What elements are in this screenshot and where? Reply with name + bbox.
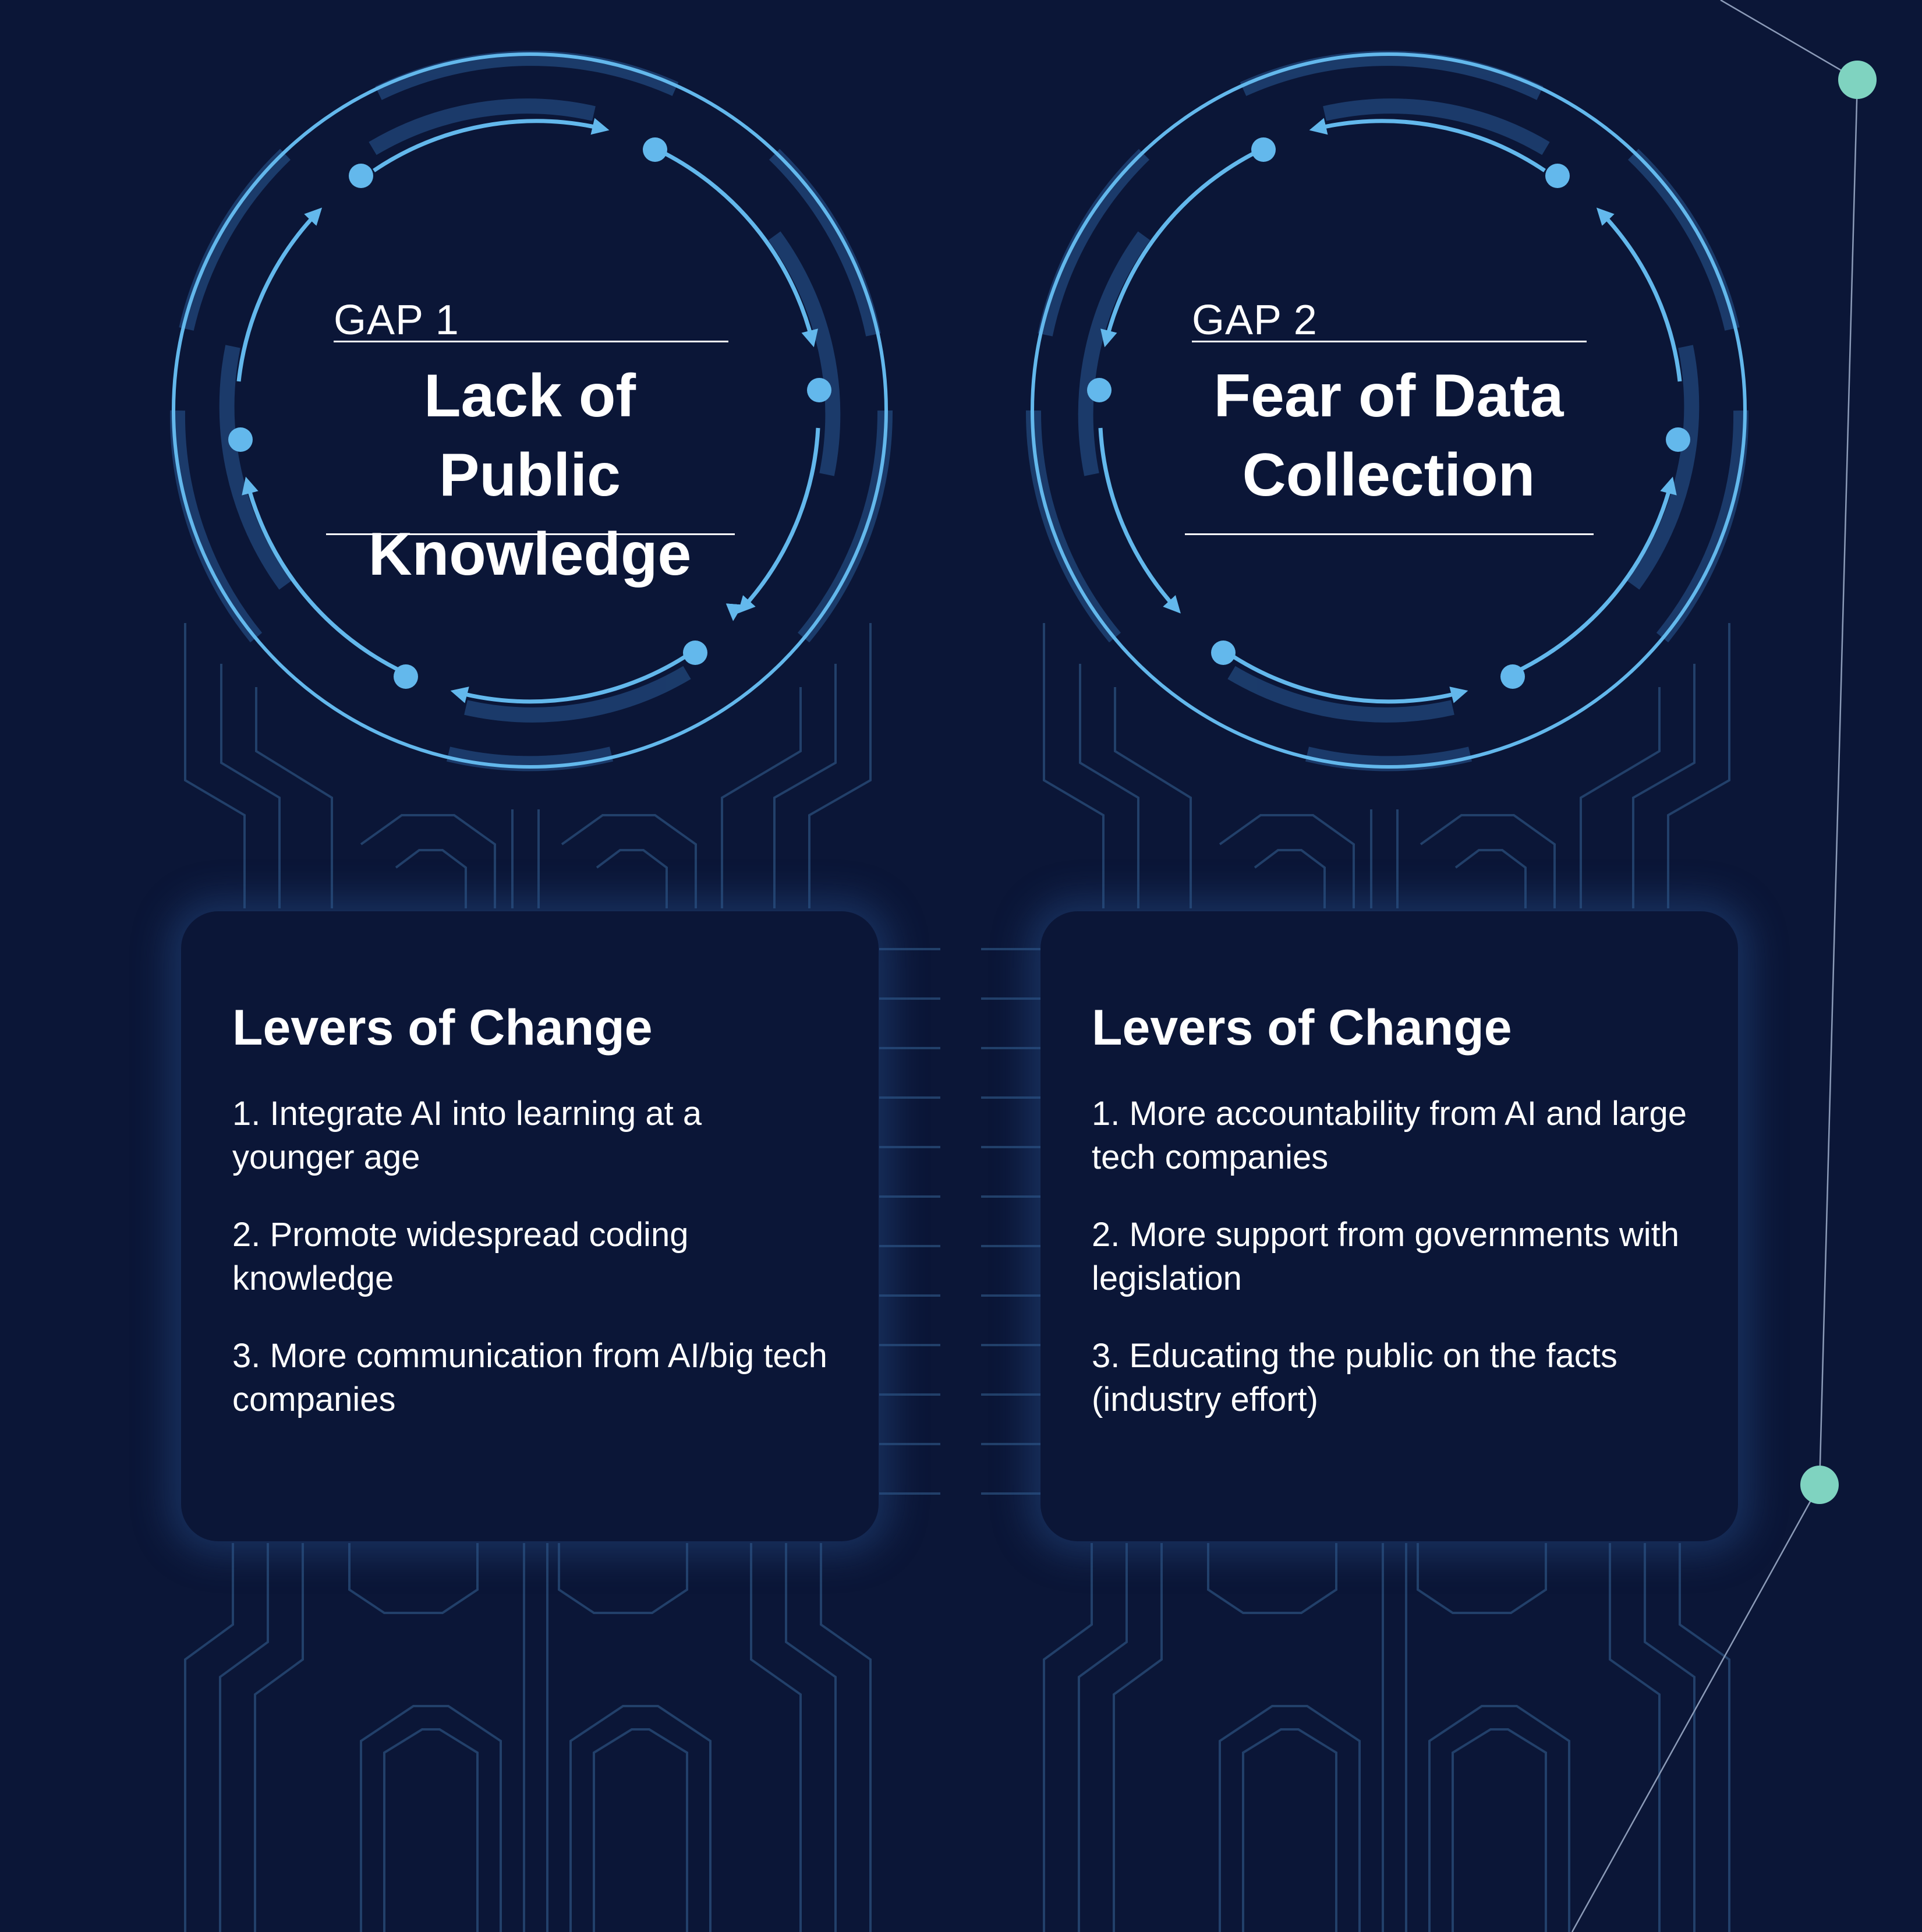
- levers-card-title: Levers of Change: [1092, 1000, 1512, 1056]
- gap1-label: GAP 1: [334, 297, 459, 344]
- gap2-title-line2: Collection: [1242, 441, 1535, 509]
- timeline-node-bottom: [1800, 1466, 1839, 1504]
- lever-item: 2. Promote widespread coding knowledge: [232, 1216, 689, 1297]
- gap1-title-line1: Lack of Public: [423, 362, 636, 509]
- gap1-title: Lack of Public Knowledge: [326, 356, 734, 594]
- levers-card-title: Levers of Change: [232, 1000, 653, 1056]
- lever-item: 1. More accountability from AI and large…: [1092, 1095, 1687, 1176]
- levers-card-gap2: Levers of Change 1. More accountability …: [1040, 911, 1738, 1541]
- gap2-title-underline: [1185, 533, 1594, 535]
- gap2-title-line1: Fear of Data: [1213, 362, 1564, 430]
- lever-item: 1. Integrate AI into learning at a young…: [232, 1095, 702, 1176]
- gap2-label: GAP 2: [1192, 297, 1318, 344]
- gap2-title: Fear of Data Collection: [1185, 356, 1592, 515]
- levers-card-gap1: Levers of Change 1. Integrate AI into le…: [181, 911, 879, 1541]
- lever-item: 3. Educating the public on the facts (in…: [1092, 1337, 1617, 1418]
- lever-item: 3. More communication from AI/big tech c…: [232, 1337, 827, 1418]
- gap1-title-line2: Knowledge: [368, 521, 692, 588]
- gap1-label-underline: [334, 341, 728, 342]
- lever-item: 2. More support from governments with le…: [1092, 1216, 1679, 1297]
- gap1-title-underline: [326, 533, 735, 535]
- timeline-node-top: [1838, 61, 1877, 99]
- gap2-label-underline: [1192, 341, 1587, 342]
